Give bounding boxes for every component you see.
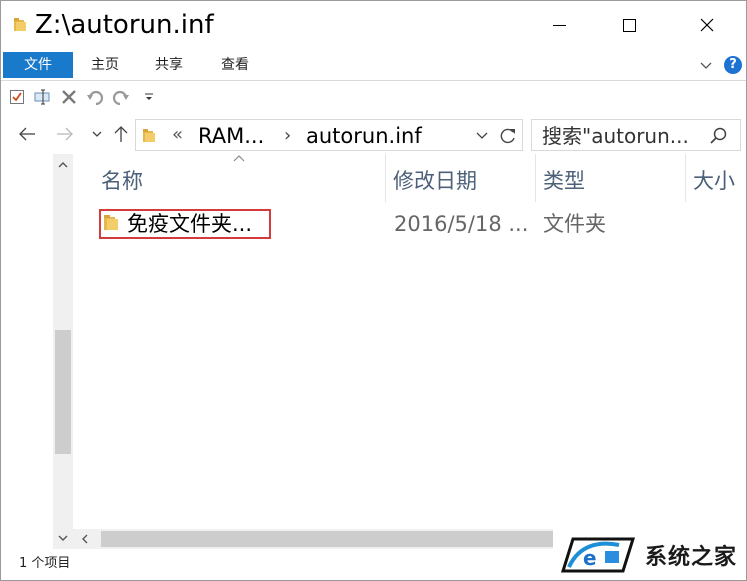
up-button[interactable] [109, 122, 133, 146]
column-header-size[interactable]: 大小 [693, 164, 735, 198]
minimize-icon [552, 24, 566, 26]
customize-toolbar-button[interactable] [139, 87, 159, 107]
navigation-pane[interactable] [1, 154, 55, 549]
minimize-button[interactable] [533, 1, 585, 49]
svg-text:e: e [583, 546, 597, 570]
breadcrumb-separator[interactable]: › [284, 122, 291, 150]
list-item[interactable]: 免疫文件夹... 2016/5/18 ... 文件夹 [97, 208, 737, 240]
refresh-icon[interactable] [498, 126, 518, 146]
column-header-modified[interactable]: 修改日期 [393, 164, 477, 198]
delete-button[interactable] [59, 87, 79, 107]
vertical-scrollbar[interactable] [53, 154, 73, 549]
title-bar[interactable]: Z:\autorun.inf [1, 1, 746, 49]
address-dropdown-chevron-icon[interactable] [474, 127, 490, 143]
column-divider[interactable] [535, 154, 536, 202]
undo-icon [87, 90, 104, 105]
rename-icon [34, 89, 50, 105]
address-bar[interactable]: « RAM... › autorun.inf [135, 119, 523, 151]
scroll-down-button[interactable] [53, 527, 73, 549]
sort-ascending-icon [233, 155, 245, 162]
navigation-bar: « RAM... › autorun.inf 搜索"autorun... [1, 116, 746, 154]
undo-button[interactable] [85, 87, 105, 107]
up-arrow-icon [114, 126, 128, 142]
scroll-left-button[interactable] [77, 531, 93, 547]
forward-button[interactable] [53, 122, 77, 146]
rename-button[interactable] [33, 87, 53, 107]
tab-share[interactable]: 共享 [143, 52, 195, 78]
chevron-down-icon [92, 131, 102, 137]
folder-icon [14, 18, 26, 31]
search-input[interactable]: 搜索"autorun... [542, 122, 689, 150]
file-name: 免疫文件夹... [127, 212, 253, 236]
recent-locations-button[interactable] [85, 122, 109, 146]
close-button[interactable] [681, 1, 733, 49]
window-title: Z:\autorun.inf [35, 10, 214, 40]
checkbox-properties-icon [10, 90, 24, 104]
redo-button[interactable] [111, 87, 131, 107]
search-box[interactable]: 搜索"autorun... [531, 119, 741, 151]
column-divider[interactable] [685, 154, 686, 202]
redo-icon [112, 90, 129, 105]
back-button[interactable] [15, 122, 39, 146]
breadcrumb-autorun[interactable]: autorun.inf [306, 122, 422, 150]
file-modified-date: 2016/5/18 ... [394, 212, 529, 236]
maximize-icon [622, 18, 636, 32]
column-divider[interactable] [385, 154, 386, 202]
explorer-window: Z:\autorun.inf 文件 主页 共享 查看 ? « RAM... › … [0, 0, 747, 581]
quick-access-toolbar [1, 82, 746, 112]
folder-icon [143, 129, 155, 142]
back-arrow-icon [19, 127, 35, 141]
tab-file[interactable]: 文件 [3, 52, 73, 78]
watermark-logo-icon: e [560, 537, 636, 573]
close-icon [700, 18, 714, 32]
file-list[interactable]: 名称 修改日期 类型 大小 免疫文件夹... 2016/5/18 ... 文件夹 [73, 154, 746, 529]
delete-x-icon [62, 90, 76, 104]
chevron-up-icon [58, 162, 68, 168]
column-header-type[interactable]: 类型 [543, 164, 585, 198]
properties-button[interactable] [7, 87, 27, 107]
column-header-name[interactable]: 名称 [101, 164, 143, 198]
item-count: 1 个项目 [19, 556, 71, 571]
help-button[interactable]: ? [724, 56, 742, 74]
vertical-scroll-thumb[interactable] [55, 330, 71, 454]
expand-ribbon-chevron-icon[interactable] [699, 58, 713, 72]
breadcrumb-overflow[interactable]: « [172, 124, 183, 145]
ribbon-tabs: 文件 主页 共享 查看 [1, 49, 746, 81]
watermark: e 系统之家 [553, 525, 746, 580]
forward-arrow-icon [57, 127, 73, 141]
file-type: 文件夹 [543, 212, 606, 236]
tab-view[interactable]: 查看 [209, 52, 261, 78]
scroll-up-button[interactable] [53, 154, 73, 176]
chevron-left-icon [82, 534, 88, 544]
search-icon[interactable] [708, 126, 728, 146]
breadcrumb-ram[interactable]: RAM... [198, 122, 264, 150]
dropdown-arrow-icon [145, 93, 153, 100]
watermark-text: 系统之家 [645, 545, 738, 570]
maximize-button[interactable] [603, 1, 655, 49]
chevron-down-icon [58, 535, 68, 541]
tab-home[interactable]: 主页 [79, 52, 131, 78]
folder-icon [104, 215, 118, 230]
horizontal-scroll-thumb[interactable] [101, 531, 571, 547]
